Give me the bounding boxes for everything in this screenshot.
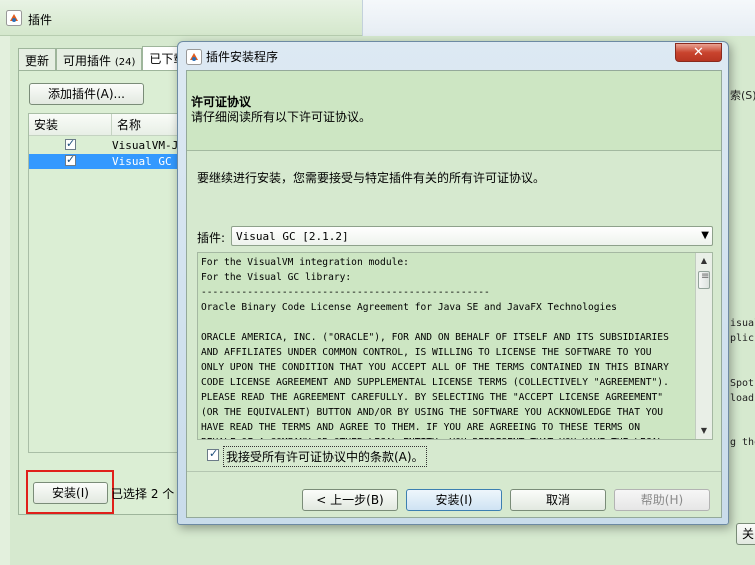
scroll-up-arrow-icon[interactable]: ▲ [696, 253, 712, 269]
plugin-select-value: Visual GC [2.1.2] [236, 230, 349, 243]
accept-checkbox-label[interactable]: 我接受所有许可证协议中的条款(A)。 [223, 446, 427, 467]
wizard-step-subtitle: 请仔细阅读所有以下许可证协议。 [191, 110, 372, 124]
description-fragment: Spot [730, 378, 755, 389]
close-button[interactable]: ✕ [675, 43, 722, 62]
row-install-checkbox[interactable] [65, 153, 76, 166]
help-button[interactable]: 帮助(H) [614, 489, 710, 511]
dialog-content: 许可证协议 请仔细阅读所有以下许可证协议。 要继续进行安装，您需要接受与特定插件… [186, 70, 722, 518]
cancel-button[interactable]: 取消 [510, 489, 606, 511]
install-confirm-button[interactable]: 安装(I) [406, 489, 502, 511]
row-install-checkbox[interactable] [65, 137, 76, 150]
tab-available-plugins[interactable]: 可用插件 (24) [56, 48, 143, 70]
license-text-area[interactable]: For the VisualVM integration module: For… [197, 252, 713, 440]
dialog-title: 插件安装程序 [206, 50, 279, 64]
install-button-highlight [26, 470, 114, 514]
dialog-titlebar: 插件安装程序 ✕ [178, 42, 728, 70]
description-fragment: g the [730, 437, 755, 448]
plugin-select-label: 插件: [197, 231, 226, 245]
button-bar-separator [187, 471, 721, 472]
background-window-strip [362, 0, 755, 36]
wizard-header: 许可证协议 请仔细阅读所有以下许可证协议。 [187, 71, 721, 151]
add-plugin-button[interactable]: 添加插件(A)... [29, 83, 144, 105]
plugin-tabs: 更新 可用插件 (24) 已下载 [18, 46, 193, 70]
scrollbar-thumb[interactable] [698, 271, 710, 289]
column-header-install[interactable]: 安装 [29, 114, 112, 136]
plugin-select[interactable]: Visual GC [2.1.2] ▼ [231, 226, 713, 246]
description-fragment: isual [730, 318, 755, 329]
license-intro-text: 要继续进行安装，您需要接受与特定插件有关的所有许可证协议。 [197, 171, 546, 185]
java-app-icon [6, 10, 22, 26]
row-plugin-name: Visual GC [112, 155, 172, 168]
scroll-down-arrow-icon[interactable]: ▼ [696, 423, 712, 439]
license-scrollbar[interactable]: ▲ ▼ [695, 253, 712, 439]
back-button[interactable]: < 上一步(B) [302, 489, 398, 511]
search-label-fragment: 索(S) [730, 89, 755, 102]
java-app-icon [186, 49, 202, 65]
license-text: For the VisualVM integration module: For… [201, 257, 669, 439]
accept-checkbox-box[interactable] [207, 447, 219, 461]
close-icon: ✕ [693, 45, 704, 60]
plugins-window-title: 插件 [28, 13, 53, 27]
row-plugin-name: VisualVM-JConsole [112, 139, 180, 152]
tab-updates[interactable]: 更新 [18, 48, 57, 70]
description-fragment: load [730, 393, 755, 404]
selected-count-status: 已选择 2 个 [111, 487, 175, 501]
description-fragment: plic [730, 333, 755, 344]
plugin-installer-dialog: 插件安装程序 ✕ 许可证协议 请仔细阅读所有以下许可证协议。 要继续进行安装，您… [177, 41, 729, 525]
chevron-down-icon: ▼ [701, 230, 709, 241]
right-button-fragment[interactable]: 关 [736, 523, 755, 545]
